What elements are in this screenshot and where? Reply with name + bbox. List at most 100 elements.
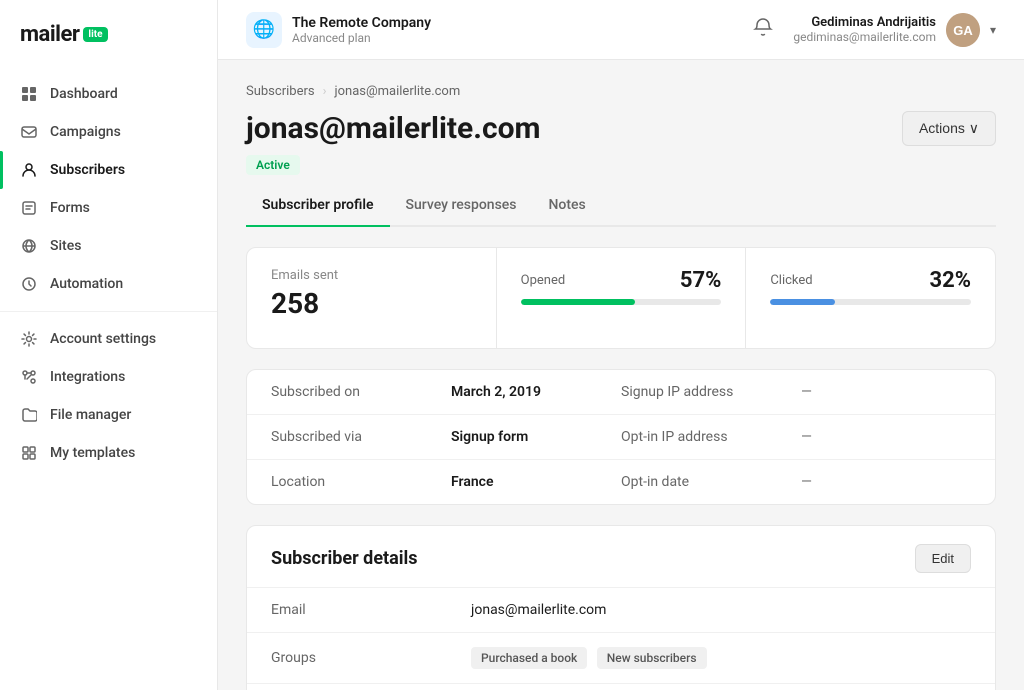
info-row-subscribed-via: Subscribed via Signup form Opt-in IP add… xyxy=(247,415,995,460)
sidebar-item-integrations[interactable]: Integrations xyxy=(0,358,217,396)
clicked-label: Clicked xyxy=(770,273,812,288)
opened-row: Opened 57% xyxy=(521,268,722,293)
dashboard-icon xyxy=(20,85,38,103)
sites-icon xyxy=(20,237,38,255)
sidebar-item-label: My templates xyxy=(50,445,135,461)
signup-ip-value: — xyxy=(801,384,971,400)
tab-subscriber-profile[interactable]: Subscriber profile xyxy=(246,187,390,227)
sidebar-item-sites[interactable]: Sites xyxy=(0,227,217,265)
subscriber-details-card: Subscriber details Edit Email jonas@mail… xyxy=(246,525,996,690)
detail-row-email: Email jonas@mailerlite.com xyxy=(247,588,995,633)
sidebar-nav: Dashboard Campaigns Subscribers Forms Si… xyxy=(0,71,217,690)
emails-sent-value: 258 xyxy=(271,287,472,320)
sidebar-item-label: File manager xyxy=(50,407,131,423)
user-info[interactable]: Gediminas Andrijaitis gediminas@mailerli… xyxy=(793,13,996,47)
breadcrumb-parent[interactable]: Subscribers xyxy=(246,84,315,99)
tab-notes[interactable]: Notes xyxy=(533,187,602,227)
sidebar-item-dashboard[interactable]: Dashboard xyxy=(0,75,217,113)
email-label: Email xyxy=(271,602,471,618)
stat-emails-sent: Emails sent 258 xyxy=(247,248,497,348)
opened-progress-container xyxy=(521,299,722,305)
info-row-subscribed-on: Subscribed on March 2, 2019 Signup IP ad… xyxy=(247,370,995,415)
page-header: jonas@mailerlite.com Active Actions ∨ xyxy=(246,111,996,175)
sidebar-item-label: Dashboard xyxy=(50,86,118,102)
logo: mailer lite xyxy=(0,0,217,71)
sidebar-item-label: Integrations xyxy=(50,369,125,385)
account-settings-icon xyxy=(20,330,38,348)
breadcrumb-separator: › xyxy=(323,84,327,99)
optin-ip-value: — xyxy=(801,429,971,445)
company-plan: Advanced plan xyxy=(292,31,431,45)
clicked-progress-container xyxy=(770,299,971,305)
detail-row-groups: Groups Purchased a book New subscribers xyxy=(247,633,995,684)
actions-button[interactable]: Actions ∨ xyxy=(902,111,996,146)
emails-sent-label: Emails sent xyxy=(271,268,472,283)
sidebar-divider xyxy=(0,311,217,312)
optin-date-value: — xyxy=(801,474,971,490)
avatar: GA xyxy=(946,13,980,47)
user-email: gediminas@mailerlite.com xyxy=(793,30,936,44)
header: 🌐 The Remote Company Advanced plan Gedim… xyxy=(218,0,1024,60)
sidebar-item-forms[interactable]: Forms xyxy=(0,189,217,227)
page-header-left: jonas@mailerlite.com Active xyxy=(246,111,541,175)
detail-row-name: Name Jonas xyxy=(247,684,995,690)
tag-purchased-book: Purchased a book xyxy=(471,647,587,669)
status-badge: Active xyxy=(246,155,300,175)
info-row-location: Location France Opt-in date — xyxy=(247,460,995,504)
tabs: Subscriber profile Survey responses Note… xyxy=(246,187,996,227)
subscribed-via-value: Signup form xyxy=(451,429,621,445)
details-title: Subscriber details xyxy=(271,548,418,569)
sidebar: mailer lite Dashboard Campaigns Subscrib… xyxy=(0,0,218,690)
edit-button[interactable]: Edit xyxy=(915,544,971,573)
logo-text: mailer xyxy=(20,22,79,47)
integrations-icon xyxy=(20,368,38,386)
svg-text:GA: GA xyxy=(953,23,973,38)
my-templates-icon xyxy=(20,444,38,462)
user-details: Gediminas Andrijaitis gediminas@mailerli… xyxy=(793,15,936,44)
tag-new-subscribers: New subscribers xyxy=(597,647,707,669)
sidebar-item-campaigns[interactable]: Campaigns xyxy=(0,113,217,151)
company-info: The Remote Company Advanced plan xyxy=(292,15,431,45)
sidebar-item-label: Account settings xyxy=(50,331,156,347)
company-name: The Remote Company xyxy=(292,15,431,31)
chevron-down-icon: ▾ xyxy=(990,23,996,37)
clicked-progress-bar xyxy=(770,299,834,305)
campaigns-icon xyxy=(20,123,38,141)
opened-value: 57% xyxy=(680,268,722,293)
sidebar-item-my-templates[interactable]: My templates xyxy=(0,434,217,472)
header-right: Gediminas Andrijaitis gediminas@mailerli… xyxy=(749,13,996,47)
groups-label: Groups xyxy=(271,650,471,666)
tab-survey-responses[interactable]: Survey responses xyxy=(390,187,533,227)
optin-date-label: Opt-in date xyxy=(621,474,801,490)
sidebar-item-label: Subscribers xyxy=(50,162,125,178)
logo-badge: lite xyxy=(83,27,107,42)
stats-row: Emails sent 258 Opened 57% Clicked 32% xyxy=(246,247,996,349)
sidebar-item-label: Automation xyxy=(50,276,123,292)
company-icon: 🌐 xyxy=(246,12,282,48)
optin-ip-label: Opt-in IP address xyxy=(621,429,801,445)
sidebar-item-subscribers[interactable]: Subscribers xyxy=(0,151,217,189)
email-value: jonas@mailerlite.com xyxy=(471,602,971,618)
breadcrumb-current: jonas@mailerlite.com xyxy=(334,84,460,99)
file-manager-icon xyxy=(20,406,38,424)
subscribed-via-label: Subscribed via xyxy=(271,429,451,445)
page-title: jonas@mailerlite.com xyxy=(246,111,541,146)
clicked-value: 32% xyxy=(930,268,972,293)
sidebar-item-file-manager[interactable]: File manager xyxy=(0,396,217,434)
notification-button[interactable] xyxy=(749,13,777,46)
clicked-row: Clicked 32% xyxy=(770,268,971,293)
sidebar-item-label: Sites xyxy=(50,238,81,254)
opened-label: Opened xyxy=(521,273,566,288)
groups-tags: Purchased a book New subscribers xyxy=(471,647,971,669)
subscribers-icon xyxy=(20,161,38,179)
sidebar-item-label: Campaigns xyxy=(50,124,121,140)
sidebar-item-automation[interactable]: Automation xyxy=(0,265,217,303)
automation-icon xyxy=(20,275,38,293)
info-card: Subscribed on March 2, 2019 Signup IP ad… xyxy=(246,369,996,505)
main-content: 🌐 The Remote Company Advanced plan Gedim… xyxy=(218,0,1024,690)
location-value: France xyxy=(451,474,621,490)
location-label: Location xyxy=(271,474,451,490)
user-name: Gediminas Andrijaitis xyxy=(793,15,936,30)
stat-clicked: Clicked 32% xyxy=(746,248,995,348)
sidebar-item-account-settings[interactable]: Account settings xyxy=(0,320,217,358)
